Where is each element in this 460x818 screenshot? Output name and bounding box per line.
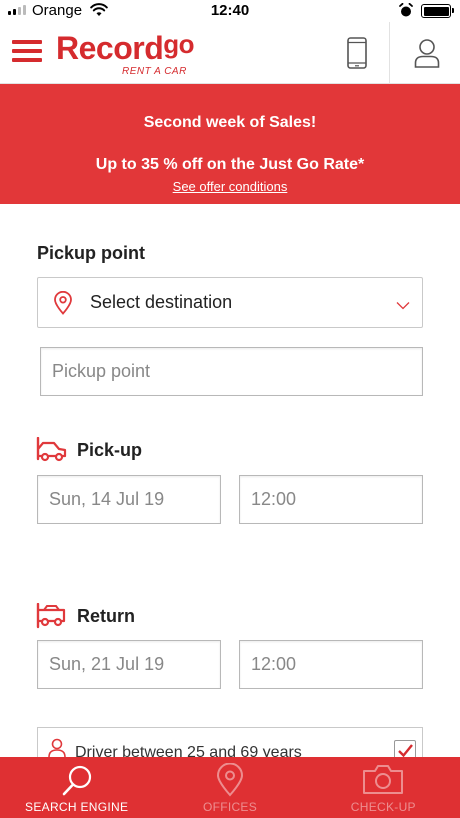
- logo-wordmark: Recordgo: [56, 29, 195, 67]
- car-return-icon: [35, 602, 67, 634]
- location-pin-icon: [153, 763, 306, 797]
- nav-offices-label: OFFICES: [202, 800, 258, 814]
- recordgo-logo[interactable]: Recordgo RENT A CAR: [56, 28, 226, 78]
- search-icon: [0, 763, 153, 797]
- chevron-down-icon: [396, 297, 410, 315]
- hamburger-menu-icon[interactable]: [12, 40, 42, 62]
- destination-select[interactable]: Select destination: [37, 277, 423, 328]
- logo-go: go: [163, 29, 195, 59]
- app-header: Recordgo RENT A CAR: [0, 22, 460, 84]
- alarm-icon: [399, 2, 413, 23]
- promo-headline: Second week of Sales!: [143, 114, 317, 131]
- offer-conditions-link[interactable]: See offer conditions: [173, 179, 288, 194]
- return-time-field[interactable]: 12:00: [239, 640, 423, 689]
- location-pin-icon: [53, 290, 73, 320]
- pickup-date-field[interactable]: Sun, 14 Jul 19: [37, 475, 221, 524]
- bottom-navigation: SEARCH ENGINE OFFICES CHECK-UP: [0, 757, 460, 818]
- nav-search-engine[interactable]: SEARCH ENGINE: [0, 757, 153, 818]
- logo-subtitle: RENT A CAR: [122, 66, 187, 77]
- nav-check-up[interactable]: CHECK-UP: [307, 757, 460, 818]
- battery-icon: [421, 4, 454, 18]
- return-date-field[interactable]: Sun, 21 Jul 19: [37, 640, 221, 689]
- promo-discount-text: Up to 35 % off on the Just Go Rate*: [95, 156, 365, 173]
- header-divider: [389, 22, 390, 84]
- promo-banner: Second week of Sales! Up to 35 % off on …: [0, 84, 460, 204]
- car-pickup-icon: [35, 436, 67, 468]
- logo-text: Record: [56, 30, 164, 66]
- camera-icon: [307, 763, 460, 795]
- clock-time: 12:40: [210, 2, 250, 19]
- destination-select-value: Select destination: [90, 292, 233, 312]
- phone-icon[interactable]: [334, 30, 380, 76]
- promo-link-wrapper: See offer conditions: [0, 179, 460, 194]
- pickup-heading: Pick-up: [77, 440, 143, 460]
- pickup-point-heading: Pickup point: [37, 243, 145, 263]
- pickup-time-field[interactable]: 12:00: [239, 475, 423, 524]
- pickup-point-input[interactable]: [40, 347, 423, 396]
- status-bar: Orange 12:40: [0, 0, 460, 22]
- return-heading: Return: [77, 606, 135, 626]
- nav-search-engine-label: SEARCH ENGINE: [25, 800, 129, 814]
- nav-offices[interactable]: OFFICES: [153, 757, 306, 818]
- user-account-icon[interactable]: [404, 30, 450, 76]
- nav-check-up-label: CHECK-UP: [350, 800, 416, 814]
